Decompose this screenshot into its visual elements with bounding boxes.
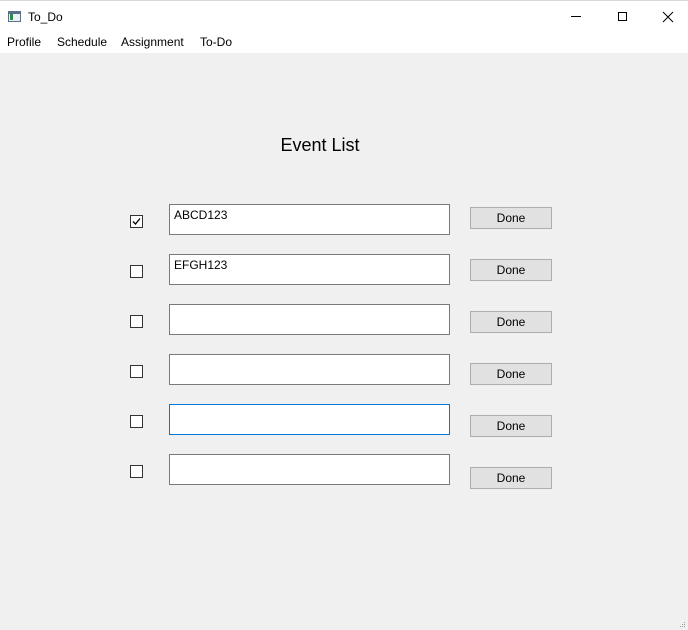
minimize-button[interactable]: [553, 1, 599, 32]
resize-grip-icon[interactable]: [678, 620, 686, 628]
event-checkbox[interactable]: [130, 365, 143, 378]
maximize-button[interactable]: [599, 1, 645, 32]
event-input[interactable]: [169, 304, 450, 335]
menu-item-profile[interactable]: Profile: [6, 35, 42, 50]
menu-item-to-do[interactable]: To-Do: [199, 35, 233, 50]
page-title: Event List: [280, 135, 360, 155]
close-icon: [662, 11, 674, 22]
done-button[interactable]: Done: [470, 311, 552, 333]
menu-item-assignment[interactable]: Assignment: [120, 35, 185, 50]
close-button[interactable]: [645, 1, 688, 32]
event-checkbox[interactable]: [130, 215, 143, 228]
event-input[interactable]: [169, 404, 450, 435]
event-input[interactable]: [169, 204, 450, 235]
event-checkbox[interactable]: [130, 265, 143, 278]
event-checkbox[interactable]: [130, 465, 143, 478]
event-checkbox[interactable]: [130, 415, 143, 428]
event-input[interactable]: [169, 254, 450, 285]
done-button[interactable]: Done: [470, 363, 552, 385]
done-button[interactable]: Done: [470, 207, 552, 229]
menu-item-schedule[interactable]: Schedule: [56, 35, 108, 50]
done-button[interactable]: Done: [470, 415, 552, 437]
event-input[interactable]: [169, 454, 450, 485]
event-checkbox[interactable]: [130, 315, 143, 328]
app-window-icon: [8, 11, 21, 22]
menu-bar: Profile Schedule Assignment To-Do: [0, 32, 688, 53]
window-title: To_Do: [28, 10, 63, 24]
event-input[interactable]: [169, 354, 450, 385]
maximize-icon: [617, 12, 627, 21]
checkmark-icon: [132, 218, 141, 225]
title-bar: To_Do: [0, 0, 688, 32]
minimize-icon: [571, 16, 581, 17]
done-button[interactable]: Done: [470, 467, 552, 489]
done-button[interactable]: Done: [470, 259, 552, 281]
